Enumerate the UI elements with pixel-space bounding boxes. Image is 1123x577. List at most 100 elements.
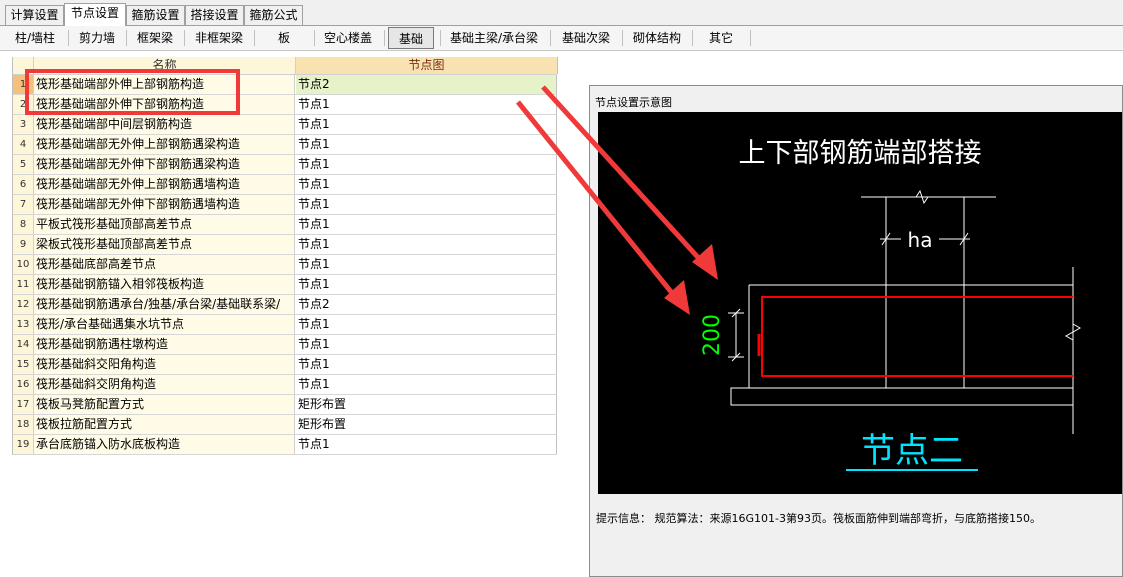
tab-lap-settings[interactable]: 搭接设置 [185, 5, 244, 25]
200-dimension [728, 308, 744, 362]
row-node-cell[interactable]: 节点1 [296, 135, 557, 154]
row-number: 4 [13, 135, 34, 154]
row-name-cell: 筏板拉筋配置方式 [34, 415, 295, 434]
separator [254, 30, 255, 46]
row-number: 16 [13, 375, 34, 394]
row-node-cell[interactable]: 矩形布置 [296, 395, 557, 414]
table-row[interactable]: 17 筏板马凳筋配置方式 矩形布置 [13, 395, 557, 415]
row-number: 11 [13, 275, 34, 294]
subtab-frame-beam[interactable]: 框架梁 [128, 27, 182, 49]
row-name-cell: 筏形基础端部无外伸下部钢筋遇梁构造 [34, 155, 295, 174]
dim-200-label: 200 [700, 314, 725, 356]
row-node-cell[interactable]: 节点2 [296, 75, 557, 94]
row-name-cell: 梁板式筏形基础顶部高差节点 [34, 235, 295, 254]
row-node-cell[interactable]: 节点1 [296, 195, 557, 214]
subtab-foundation[interactable]: 基础 [388, 27, 434, 49]
row-number: 13 [13, 315, 34, 334]
subtab-masonry[interactable]: 砌体结构 [624, 27, 690, 49]
subtab-shear-wall[interactable]: 剪力墙 [70, 27, 124, 49]
separator [692, 30, 693, 46]
row-name-cell: 筏形基础底部高差节点 [34, 255, 295, 274]
column-header-node[interactable]: 节点图 [296, 57, 558, 74]
tab-stirrup-formula[interactable]: 箍筋公式 [244, 5, 303, 25]
row-name-cell: 筏形基础钢筋遇柱墩构造 [34, 335, 295, 354]
row-node-cell[interactable]: 节点1 [296, 435, 557, 454]
subtab-hollow-floor[interactable]: 空心楼盖 [316, 27, 380, 49]
row-name-cell: 筏形基础斜交阳角构造 [34, 355, 295, 374]
subtab-foundation-secondary-beam[interactable]: 基础次梁 [552, 27, 620, 49]
row-number: 10 [13, 255, 34, 274]
diagram-title: 上下部钢筋端部搭接 [739, 138, 982, 169]
separator [750, 30, 751, 46]
separator [622, 30, 623, 46]
table-row[interactable]: 7 筏形基础端部无外伸下部钢筋遇墙构造 节点1 [13, 195, 557, 215]
node-preview-panel: 节点设置示意图 上下部钢筋端部搭接 ha 200 节点二 提示信息： 规范算法：… [589, 85, 1123, 577]
row-name-cell: 筏形基础端部无外伸上部钢筋遇墙构造 [34, 175, 295, 194]
tab-node-settings[interactable]: 节点设置 [64, 3, 126, 27]
subtab-other[interactable]: 其它 [694, 27, 748, 49]
row-node-cell[interactable]: 节点1 [296, 235, 557, 254]
row-number: 5 [13, 155, 34, 174]
row-node-cell[interactable]: 节点1 [296, 95, 557, 114]
row-node-cell[interactable]: 节点1 [296, 115, 557, 134]
table-row[interactable]: 14 筏形基础钢筋遇柱墩构造 节点1 [13, 335, 557, 355]
row-number: 18 [13, 415, 34, 434]
row-node-cell[interactable]: 节点1 [296, 375, 557, 394]
table-row[interactable]: 11 筏形基础钢筋锚入相邻筏板构造 节点1 [13, 275, 557, 295]
row-node-cell[interactable]: 节点1 [296, 155, 557, 174]
subtab-slab[interactable]: 板 [256, 27, 312, 49]
table-row[interactable]: 6 筏形基础端部无外伸上部钢筋遇墙构造 节点1 [13, 175, 557, 195]
row-node-cell[interactable]: 节点1 [296, 175, 557, 194]
table-row[interactable]: 8 平板式筏形基础顶部高差节点 节点1 [13, 215, 557, 235]
separator [184, 30, 185, 46]
row-node-cell[interactable]: 节点1 [296, 215, 557, 234]
ha-label: ha [908, 228, 933, 252]
row-node-cell[interactable]: 节点1 [296, 275, 557, 294]
table-row[interactable]: 4 筏形基础端部无外伸上部钢筋遇梁构造 节点1 [13, 135, 557, 155]
row-node-cell[interactable]: 矩形布置 [296, 415, 557, 434]
table-row[interactable]: 10 筏形基础底部高差节点 节点1 [13, 255, 557, 275]
grid-body: 1 筏形基础端部外伸上部钢筋构造 节点2 2 筏形基础端部外伸下部钢筋构造 节点1 3 筏形基… [13, 75, 557, 455]
table-row[interactable]: 5 筏形基础端部无外伸下部钢筋遇梁构造 节点1 [13, 155, 557, 175]
table-row[interactable]: 19 承台底筋锚入防水底板构造 节点1 [13, 435, 557, 455]
separator [68, 30, 69, 46]
hint-info: 提示信息： 规范算法：来源16G101-3第93页。筏板面筋伸到端部弯折，与底筋… [596, 510, 1041, 526]
row-name-cell: 筏形基础钢筋遇承台/独基/承台梁/基础联系梁/ [34, 295, 295, 314]
table-row[interactable]: 9 梁板式筏形基础顶部高差节点 节点1 [13, 235, 557, 255]
table-row[interactable]: 12 筏形基础钢筋遇承台/独基/承台梁/基础联系梁/节点2 [13, 295, 557, 315]
row-node-cell[interactable]: 节点1 [296, 355, 557, 374]
row-number: 12 [13, 295, 34, 314]
row-number: 9 [13, 235, 34, 254]
node-diagram-canvas: 上下部钢筋端部搭接 ha 200 节点二 [598, 112, 1122, 494]
separator [314, 30, 315, 46]
component-type-bar: 柱/墙柱 剪力墙 框架梁 非框架梁 板 空心楼盖 基础 基础主梁/承台梁 基础次… [0, 26, 1123, 51]
node-label: 节点二 [861, 431, 963, 471]
row-number: 6 [13, 175, 34, 194]
row-node-cell[interactable]: 节点2 [296, 295, 557, 314]
subtab-column[interactable]: 柱/墙柱 [4, 27, 66, 49]
row-number: 8 [13, 215, 34, 234]
row-node-cell[interactable]: 节点1 [296, 315, 557, 334]
row-name-cell: 筏形基础端部无外伸上部钢筋遇梁构造 [34, 135, 295, 154]
row-number: 7 [13, 195, 34, 214]
tab-calc-settings[interactable]: 计算设置 [5, 5, 64, 25]
table-row[interactable]: 13 筏形/承台基础遇集水坑节点 节点1 [13, 315, 557, 335]
row-name-cell: 筏形/承台基础遇集水坑节点 [34, 315, 295, 334]
rebar-lines [757, 296, 1073, 377]
tab-stirrup-settings[interactable]: 箍筋设置 [126, 5, 185, 25]
row-name-cell: 筏形基础斜交阴角构造 [34, 375, 295, 394]
subtab-foundation-main-beam[interactable]: 基础主梁/承台梁 [442, 27, 546, 49]
row-node-cell[interactable]: 节点1 [296, 255, 557, 274]
row-name-cell: 筏形基础钢筋锚入相邻筏板构造 [34, 275, 295, 294]
table-row[interactable]: 3 筏形基础端部中间层钢筋构造 节点1 [13, 115, 557, 135]
annotation-highlight-box [25, 69, 240, 115]
subtab-non-frame-beam[interactable]: 非框架梁 [186, 27, 252, 49]
settings-tab-bar: 计算设置 节点设置 箍筋设置 搭接设置 箍筋公式 [0, 0, 1123, 27]
table-row[interactable]: 16 筏形基础斜交阴角构造 节点1 [13, 375, 557, 395]
table-row[interactable]: 15 筏形基础斜交阳角构造 节点1 [13, 355, 557, 375]
panel-title: 节点设置示意图 [595, 96, 672, 109]
row-number: 3 [13, 115, 34, 134]
table-row[interactable]: 18 筏板拉筋配置方式 矩形布置 [13, 415, 557, 435]
row-node-cell[interactable]: 节点1 [296, 335, 557, 354]
slab-outline [730, 267, 1082, 434]
